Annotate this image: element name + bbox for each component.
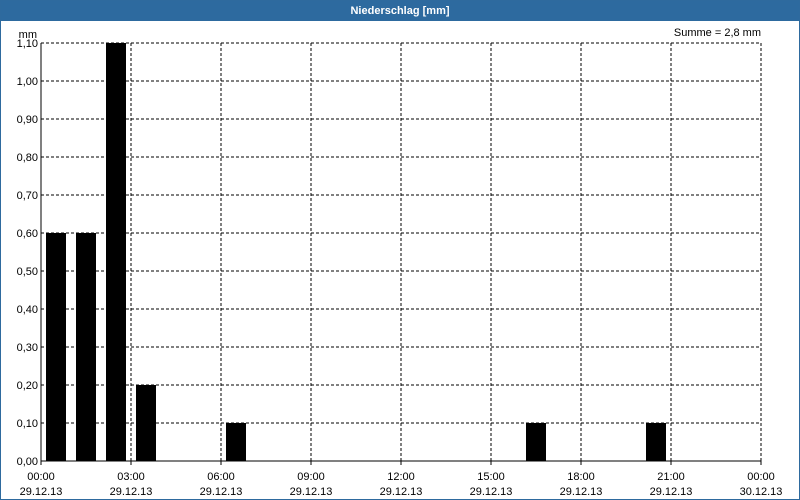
y-tick-label: 1,00 [17, 76, 38, 88]
bars [46, 43, 666, 461]
x-tick-time: 21:00 [657, 471, 685, 483]
precipitation-bar [226, 423, 246, 461]
x-tick-date: 30.12.13 [740, 486, 783, 498]
y-tick-label: 0,60 [17, 228, 38, 240]
x-tick-time: 15:00 [477, 471, 505, 483]
axis-labels: 0,00 0,10 0,20 0,30 0,40 0,50 0,60 0,70 0,80 0,90… [17, 27, 783, 498]
y-tick-label: 0,20 [17, 380, 38, 392]
chart-window: Niederschlag [mm] 0,00 0,10 0,20 0,30 0,40 0,… [0, 0, 800, 500]
x-tick-time: 06:00 [207, 471, 235, 483]
y-tick-label: 0,80 [17, 152, 38, 164]
x-tick-date: 29.12.13 [110, 486, 153, 498]
x-tick-date: 29.12.13 [200, 486, 243, 498]
x-tick-time: 03:00 [117, 471, 145, 483]
precipitation-bar [646, 423, 666, 461]
precipitation-bar [46, 233, 66, 461]
x-tick-date: 29.12.13 [290, 486, 333, 498]
y-tick-label: 0,10 [17, 418, 38, 430]
x-tick-date: 29.12.13 [380, 486, 423, 498]
y-tick-label: 0,30 [17, 342, 38, 354]
y-tick-label: 0,70 [17, 190, 38, 202]
x-tick-time: 00:00 [747, 471, 775, 483]
x-tick-time: 09:00 [297, 471, 325, 483]
x-tick-date: 29.12.13 [20, 486, 63, 498]
y-tick-label: 0,40 [17, 304, 38, 316]
sum-annotation: Summe = 2,8 mm [674, 27, 761, 39]
precipitation-chart: 0,00 0,10 0,20 0,30 0,40 0,50 0,60 0,70 0,80 0,90… [17, 27, 783, 498]
x-tick-date: 29.12.13 [650, 486, 693, 498]
precipitation-bar [136, 385, 156, 461]
y-axis-unit: mm [19, 29, 37, 41]
x-tick-time: 00:00 [27, 471, 55, 483]
y-tick-label: 0,90 [17, 114, 38, 126]
precipitation-bar [106, 43, 126, 461]
x-tick-date: 29.12.13 [470, 486, 513, 498]
x-tick-date: 29.12.13 [560, 486, 603, 498]
y-tick-label: 0,00 [17, 456, 38, 468]
precipitation-bar [526, 423, 546, 461]
y-tick-label: 0,50 [17, 266, 38, 278]
x-tick-time: 18:00 [567, 471, 595, 483]
precipitation-bar [76, 233, 96, 461]
x-tick-time: 12:00 [387, 471, 415, 483]
